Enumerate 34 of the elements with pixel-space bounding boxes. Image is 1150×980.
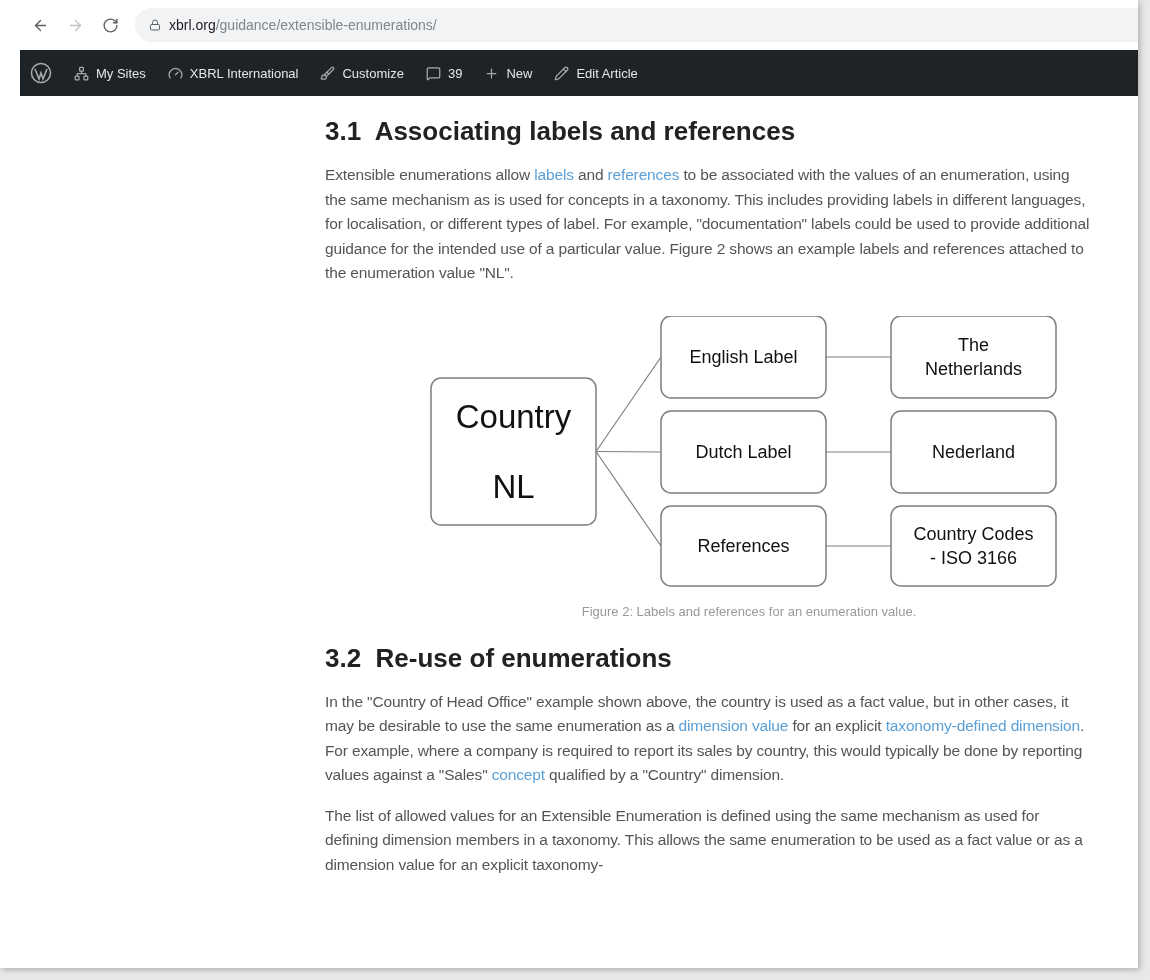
connector-line [825, 544, 892, 547]
connector-line [825, 450, 892, 453]
network-icon [74, 65, 89, 81]
connector-line [825, 355, 892, 358]
admin-bar-item[interactable]: Edit Article [554, 65, 638, 81]
paragraph: The list of allowed values for an Extensible Enumeration is defined using the same mechanism as used for defining dimension members in a taxonomy. This allows the same enumeration to be used as a fact value or as a dimension value for an explicit taxonomy- [325, 805, 1084, 875]
speech-bubble-icon [425, 65, 441, 81]
lock-icon [149, 19, 161, 31]
paragraph: In the "Country of Head Office" example shown above, the country is used as a fact value, but in other cases, it may be desirable to use the same enumeration as a dimension value for an explicit taxonomy-defined dimension. For example, where a company is required to report its sales by country, this would typically be done by reporting values against a "Sales" concept qualified by a "Country" dimension. [325, 691, 1086, 785]
url-text: xbrl.org/guidance/extensible-enumerations/ [169, 17, 437, 33]
address-bar[interactable]: xbrl.org/guidance/extensible-enumerations/ [135, 8, 1138, 42]
gauge-icon [167, 65, 183, 81]
section-heading: 3.1 Associating labels and references [325, 116, 797, 147]
section-heading: 3.2 Re-use of enumerations [325, 642, 673, 674]
diagram-label: The Netherlands [924, 334, 1023, 379]
wordpress-logo-icon[interactable] [30, 62, 52, 84]
diagram-label: Country Codes - ISO 3166 [913, 523, 1034, 568]
admin-bar-item[interactable]: XBRL International [167, 65, 299, 81]
figure-caption: Figure 2: Labels and references for an enumeration value. [580, 603, 917, 619]
admin-bar-item[interactable]: 39 [425, 65, 463, 81]
admin-bar-item[interactable]: New [484, 65, 533, 81]
diagram-label: English Label [689, 346, 798, 367]
diagram-label: NL [492, 467, 535, 505]
diagram-label: Nederland [931, 441, 1016, 462]
admin-bar-item[interactable]: My Sites [74, 65, 146, 81]
plus-icon [484, 65, 500, 81]
diagram-label: Country [455, 397, 572, 435]
reload-icon [102, 16, 119, 34]
brush-icon [320, 65, 336, 81]
paragraph: Extensible enumerations allow labels and references to be associated with the values of an enumeration, using the same mechanism as is used for concepts in a taxonomy. This includes providing labels in different languages, for localisation, or different types of label. For example, "documentation" labels could be used to provide additional guidance for the intended use of a particular value. Figure 2 shows an example labels and references attached to the enumeration value "NL". [325, 165, 1091, 283]
diagram-label: Dutch Label [695, 441, 792, 462]
admin-bar-item[interactable]: Customize [320, 65, 404, 81]
diagram-label: References [697, 535, 790, 556]
pencil-icon [554, 65, 570, 81]
